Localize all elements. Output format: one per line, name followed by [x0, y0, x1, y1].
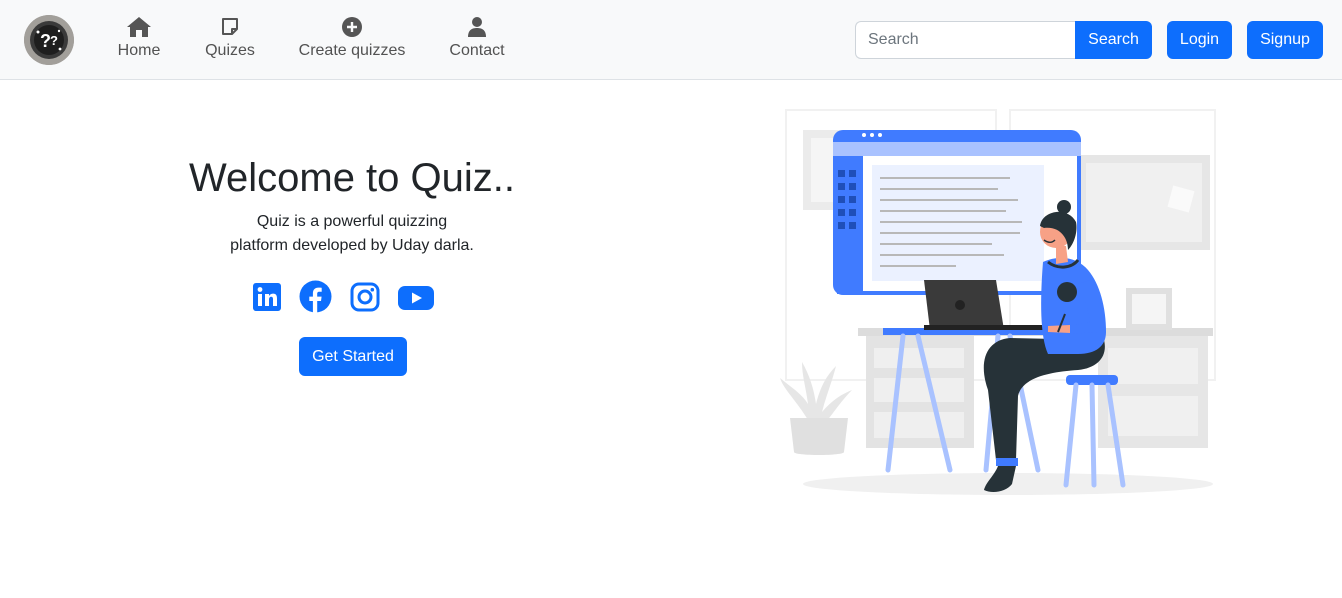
instagram-icon [350, 282, 380, 312]
plus-circle-icon [342, 17, 362, 37]
hero-description-line-2: platform developed by Uday darla. [230, 237, 474, 254]
facebook-link[interactable] [299, 280, 332, 318]
get-started-button[interactable]: Get Started [299, 337, 407, 376]
svg-text:?: ? [50, 33, 58, 48]
sticky-note-icon [222, 18, 238, 35]
facebook-icon [299, 280, 332, 313]
nav-home[interactable]: Home [116, 16, 162, 64]
linkedin-icon [253, 283, 281, 311]
quiz-question-mark-logo: ? ? [24, 15, 74, 65]
home-icon [127, 17, 151, 37]
youtube-icon [398, 286, 434, 310]
nav-quizes[interactable]: Quizes [203, 16, 257, 64]
brand-logo[interactable]: ? ? [24, 15, 74, 65]
user-icon [468, 17, 486, 37]
nav-create-quizzes-label: Create quizzes [298, 42, 406, 59]
nav-contact-label: Contact [449, 42, 505, 59]
social-links [250, 280, 440, 316]
hero-description: Quiz is a powerful quizzing platform dev… [202, 210, 502, 258]
nav-home-label: Home [117, 42, 161, 59]
instagram-link[interactable] [350, 282, 380, 317]
login-button[interactable]: Login [1167, 21, 1232, 59]
hero-description-line-1: Quiz is a powerful quizzing [256, 213, 448, 230]
nav-quizes-label: Quizes [205, 42, 255, 59]
youtube-link[interactable] [398, 286, 434, 315]
nav-contact[interactable]: Contact [447, 16, 507, 64]
hero-title: Welcome to Quiz.. [188, 156, 516, 200]
linkedin-link[interactable] [253, 283, 281, 316]
navbar: ? ? Home Quizes Create quizzes Contact S… [0, 0, 1342, 80]
woman-at-laptop-illustration [780, 109, 1216, 495]
nav-create-quizzes[interactable]: Create quizzes [297, 16, 407, 64]
search-button[interactable]: Search [1075, 21, 1152, 59]
signup-button[interactable]: Signup [1247, 21, 1323, 59]
search-input[interactable] [855, 21, 1076, 59]
